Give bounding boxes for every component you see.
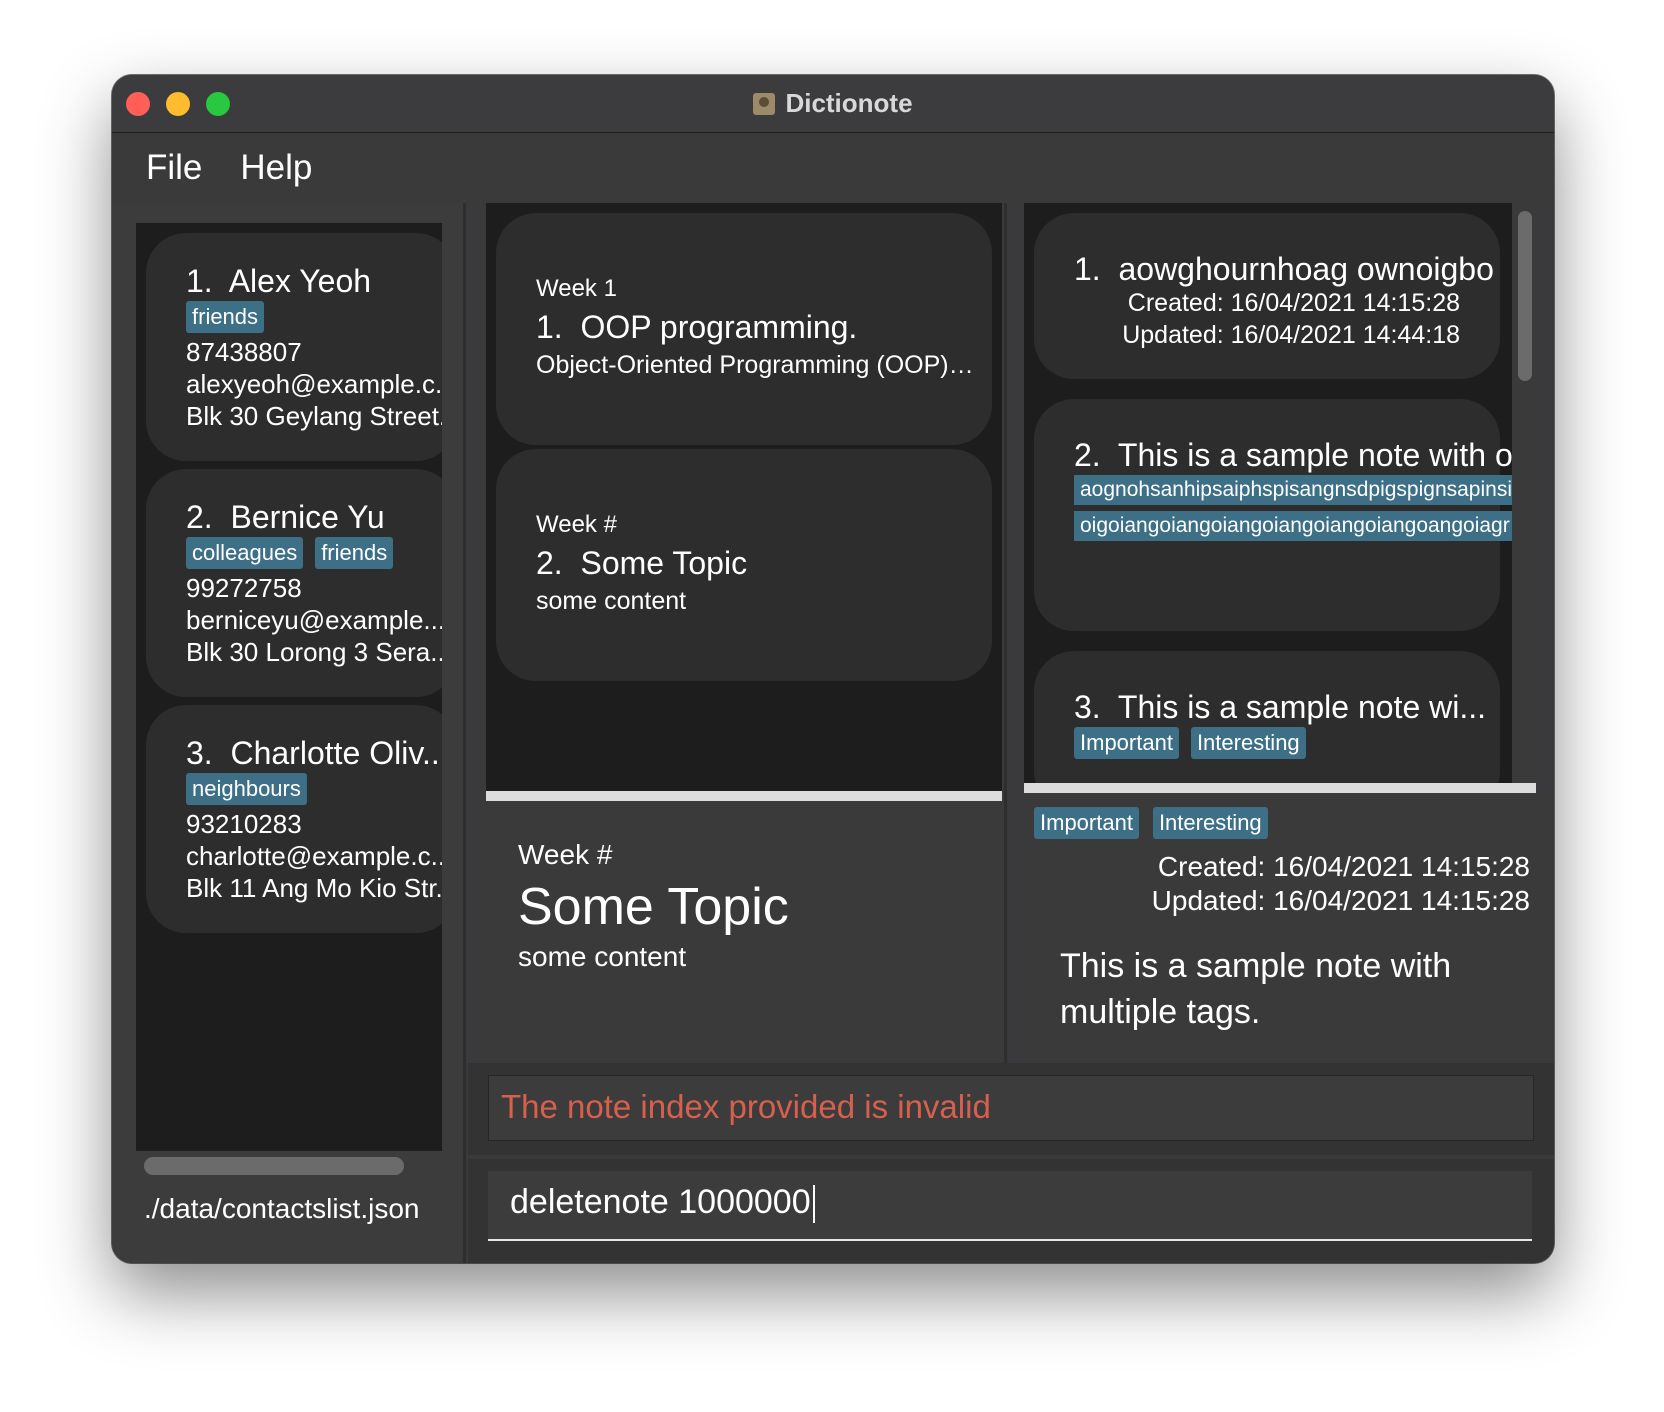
topic-split-divider[interactable] bbox=[486, 791, 1002, 801]
contact-address: Blk 30 Lorong 3 Sera... bbox=[186, 637, 442, 667]
note-detail-panel: Important Interesting Created: 16/04/202… bbox=[1024, 793, 1554, 1063]
contact-email: charlotte@example.c... bbox=[186, 841, 442, 871]
contact-email: alexyeoh@example.c... bbox=[186, 369, 442, 399]
result-message: The note index provided is invalid bbox=[501, 1088, 991, 1125]
topic-index: 1. bbox=[536, 309, 563, 345]
window-title: Dictionote bbox=[785, 88, 913, 118]
contact-index: 2. bbox=[186, 499, 213, 535]
contact-index: 1. bbox=[186, 263, 213, 299]
app-icon bbox=[753, 92, 776, 115]
note-list-vertical-scrollbar[interactable] bbox=[1512, 203, 1536, 783]
topic-card[interactable]: Week 1 1. OOP programming. Object-Orient… bbox=[496, 213, 992, 445]
note-card[interactable]: 1. aowghournhoag ownoigbo Created: 16/04… bbox=[1034, 213, 1500, 379]
contact-tags: friends bbox=[186, 301, 442, 333]
command-input[interactable]: deletenote 1000000 bbox=[488, 1171, 1532, 1241]
topic-detail-content: some content bbox=[518, 941, 687, 972]
note-detail-tag: Interesting bbox=[1152, 807, 1268, 839]
note-updated: Updated: 16/04/2021 14:44:18 bbox=[1122, 321, 1460, 349]
note-tag: oigoiangoiangoiangoiangoiangoiangoangoia… bbox=[1074, 511, 1512, 541]
topic-title: Some Topic bbox=[580, 545, 748, 581]
note-index: 3. bbox=[1074, 689, 1101, 725]
topic-card[interactable]: Week # 2. Some Topic some content bbox=[496, 449, 992, 681]
contact-phone: 87438807 bbox=[186, 337, 302, 367]
note-card[interactable]: 2. This is a sample note with one aognoh… bbox=[1034, 399, 1512, 631]
topic-index: 2. bbox=[536, 545, 563, 581]
note-title: This is a sample note wi... bbox=[1117, 689, 1487, 725]
contact-index: 3. bbox=[186, 735, 213, 771]
note-title: This is a sample note with one bbox=[1117, 437, 1512, 473]
result-display: The note index provided is invalid bbox=[488, 1075, 1534, 1141]
text-caret bbox=[812, 1185, 815, 1224]
note-detail-updated: Updated: 16/04/2021 14:15:28 bbox=[1151, 885, 1530, 916]
contact-tags: neighbours bbox=[186, 773, 442, 805]
topic-title: OOP programming. bbox=[580, 309, 858, 345]
note-created: Created: 16/04/2021 14:15:28 bbox=[1127, 289, 1460, 317]
topic-detail-week: Week # bbox=[518, 839, 613, 870]
title-bar: Dictionote bbox=[112, 75, 1554, 133]
result-display-area: The note index provided is invalid bbox=[468, 1063, 1554, 1155]
contact-name: Charlotte Oliv... bbox=[230, 735, 442, 771]
contact-list-horizontal-scrollbar[interactable] bbox=[136, 1151, 442, 1177]
note-card[interactable]: 3. This is a sample note wi... Important… bbox=[1034, 651, 1500, 783]
contact-name: Bernice Yu bbox=[230, 499, 385, 535]
contact-card[interactable]: 1. Alex Yeoh friends 87438807 alexyeoh@e… bbox=[146, 233, 442, 461]
command-input-value: deletenote 1000000 bbox=[510, 1183, 811, 1221]
divider bbox=[1004, 203, 1007, 1063]
note-tag: aognohsanhipsaiphspisangnsdpigspignsapin… bbox=[1074, 475, 1512, 505]
scrollbar-thumb[interactable] bbox=[1518, 211, 1532, 381]
contact-address: Blk 30 Geylang Street... bbox=[186, 401, 442, 431]
topic-week: Week 1 bbox=[536, 275, 617, 302]
topic-detail-title: Some Topic bbox=[518, 878, 789, 936]
note-split-divider[interactable] bbox=[1024, 783, 1536, 793]
note-title: aowghournhoag ownoigbo bbox=[1118, 251, 1494, 287]
note-detail-tags: Important Interesting bbox=[1034, 807, 1268, 839]
divider bbox=[463, 203, 466, 1263]
note-detail-tag: Important bbox=[1034, 807, 1139, 839]
contact-tag: friends bbox=[315, 537, 394, 569]
note-detail-body: This is a sample note with multiple tags… bbox=[1060, 947, 1452, 1031]
contacts-panel: 1. Alex Yeoh friends 87438807 alexyeoh@e… bbox=[112, 203, 462, 1263]
note-index: 1. bbox=[1074, 251, 1101, 287]
topic-content: Object-Oriented Programming (OOP) ... bbox=[536, 351, 974, 379]
topic-list[interactable]: Week 1 1. OOP programming. Object-Orient… bbox=[486, 203, 1002, 791]
app-window: Dictionote File Help 1. Alex Yeoh friend… bbox=[112, 75, 1554, 1263]
note-detail-created: Created: 16/04/2021 14:15:28 bbox=[1157, 851, 1530, 882]
contact-phone: 99272758 bbox=[186, 573, 302, 603]
menu-bar: File Help bbox=[112, 133, 1554, 203]
contact-tag: neighbours bbox=[186, 773, 307, 805]
topic-detail-panel: Week # Some Topic some content bbox=[486, 801, 1002, 1063]
note-index: 2. bbox=[1074, 437, 1101, 473]
contact-tag: friends bbox=[186, 301, 265, 333]
contact-name: Alex Yeoh bbox=[228, 263, 372, 299]
contact-phone: 93210283 bbox=[186, 809, 302, 839]
contact-card[interactable]: 3. Charlotte Oliv... neighbours 93210283… bbox=[146, 705, 442, 933]
menu-file[interactable]: File bbox=[146, 148, 202, 188]
contact-tag: colleagues bbox=[186, 537, 304, 569]
note-tag: Interesting bbox=[1190, 727, 1306, 759]
contact-tags: colleagues friends bbox=[186, 537, 442, 569]
topic-content: some content bbox=[536, 587, 687, 615]
status-bar-path: ./data/contactslist.json bbox=[144, 1193, 420, 1224]
contact-card[interactable]: 2. Bernice Yu colleagues friends 9927275… bbox=[146, 469, 442, 697]
contact-email: berniceyu@example.... bbox=[186, 605, 442, 635]
menu-help[interactable]: Help bbox=[240, 148, 312, 188]
note-list[interactable]: 1. aowghournhoag ownoigbo Created: 16/04… bbox=[1024, 203, 1512, 783]
note-tag: Important bbox=[1074, 727, 1179, 759]
topic-week: Week # bbox=[536, 511, 617, 538]
scrollbar-thumb[interactable] bbox=[144, 1157, 404, 1175]
note-tags: Important Interesting bbox=[1074, 727, 1306, 759]
contact-address: Blk 11 Ang Mo Kio Str... bbox=[186, 873, 442, 903]
command-area: deletenote 1000000 bbox=[468, 1159, 1554, 1263]
contact-list[interactable]: 1. Alex Yeoh friends 87438807 alexyeoh@e… bbox=[136, 223, 442, 1151]
